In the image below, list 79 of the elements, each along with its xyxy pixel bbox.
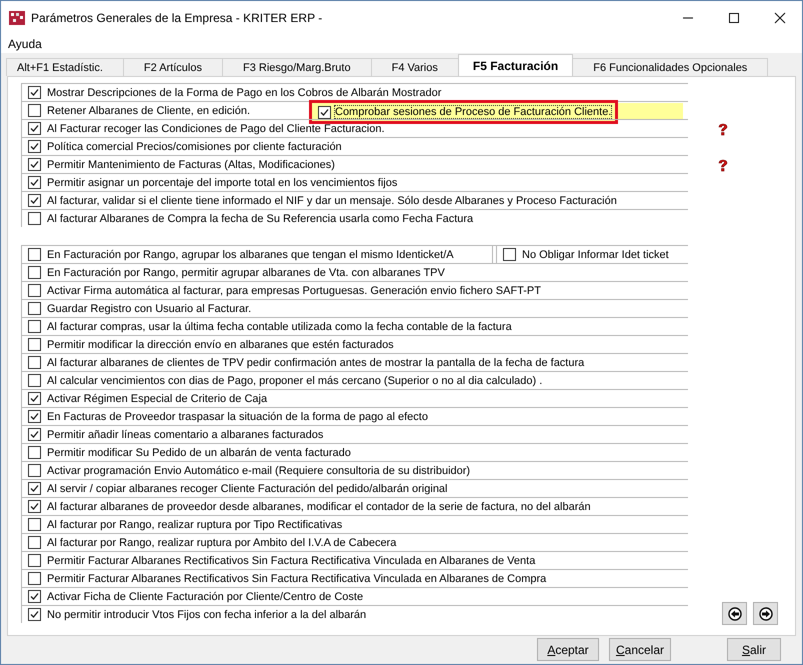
option-label: Al servir / copiar albaranes recoger Cliente Facturación del pedido/albarán original [47, 482, 448, 494]
option-label: Al calcular vencimientos con dias de Pago, proponer el más cercano (Superior o no al dia calculado) . [47, 374, 542, 386]
checkbox[interactable] [28, 356, 41, 369]
checkbox[interactable] [503, 248, 516, 261]
checkbox[interactable] [28, 482, 41, 495]
option-label: Permitir modificar la dirección envío en albaranes que estén facturados [47, 338, 394, 350]
tab[interactable]: F6 Funcionalidades Opcionales [572, 58, 768, 76]
checkbox[interactable] [28, 428, 41, 441]
checkbox[interactable] [28, 284, 41, 297]
checkbox[interactable] [28, 122, 41, 135]
option-label: Activar programación Envio Automático e-mail (Requiere consultoria de su distribuidor) [47, 464, 470, 476]
option-label: Al facturar por Rango, realizar ruptura por Ambito del I.V.A de Cabecera [47, 536, 396, 548]
option-label: Al facturar albaranes de clientes de TPV pedir confirmación antes de mostrar la pantalla de la fecha de factura [47, 356, 584, 368]
checkbox[interactable] [28, 518, 41, 531]
checkbox[interactable] [28, 338, 41, 351]
option-label: Al facturar albaranes de proveedor desde albaranes, modificar el contador de la serie de factura, no del albarán [47, 500, 591, 512]
checkbox[interactable] [28, 212, 41, 225]
option-label: Permitir añadir líneas comentario a albaranes facturados [47, 428, 324, 440]
help-icon[interactable] [716, 158, 730, 172]
tab[interactable]: Alt+F1 Estadístic. [6, 58, 124, 76]
option-label: Al facturar compras, usar la última fecha contable utilizada como la fecha contable de la factura [47, 320, 512, 332]
highlighted-option[interactable]: Comprobar sesiones de Proceso de Facturación Cliente. [309, 100, 618, 124]
option-label: No Obligar Informar Idet ticket [522, 248, 669, 260]
checkbox[interactable] [28, 590, 41, 603]
checkbox[interactable] [28, 194, 41, 207]
option-label: Permitir asignar un porcentaje del importe total en los vencimientos fijos [47, 176, 398, 188]
checkbox[interactable] [28, 608, 41, 621]
option-label: Comprobar sesiones de Proceso de Facturación Cliente. [335, 106, 612, 118]
checkbox[interactable] [28, 266, 41, 279]
option-label: Permitir Facturar Albaranes Rectificativos Sin Factura Rectificativa Vinculada en Albaranes de Compra [47, 572, 546, 584]
close-icon[interactable] [774, 12, 786, 24]
checkbox[interactable] [28, 86, 41, 99]
checkbox[interactable] [28, 140, 41, 153]
option-label: Al Facturar recoger las Condiciones de Pago del Cliente Facturacion. [47, 122, 385, 134]
dialog-button[interactable]: Salir [727, 638, 781, 661]
checkbox[interactable] [28, 572, 41, 585]
option-label: En Facturación por Rango, permitir agrupar albaranes de Vta. con albaranes TPV [47, 266, 445, 278]
option-label: Permitir Facturar Albaranes Rectificativos Sin Factura Rectificativa Vinculada en Albaranes de Venta [47, 554, 536, 566]
option-label: En Facturación por Rango, agrupar los albaranes que tengan el mismo Identicket/A [47, 248, 454, 260]
menu-item[interactable]: Ayuda [8, 37, 42, 51]
option-label: No permitir introducir Vtos Fijos con fecha inferior a la del albarán [47, 608, 366, 620]
checkbox[interactable] [318, 106, 331, 118]
option-label: Retener Albaranes de Cliente, en edición. [47, 104, 250, 116]
dialog-button[interactable]: Aceptar [537, 638, 599, 661]
option-label: Política comercial Precios/comisiones por cliente facturación [47, 140, 342, 152]
checkbox[interactable] [28, 104, 41, 117]
app-logo-icon [9, 11, 25, 25]
option-label: Guardar Registro con Usuario al Facturar. [47, 302, 252, 314]
previous-button[interactable] [722, 602, 747, 625]
checkbox[interactable] [28, 176, 41, 189]
option-label: Mostrar Descripciones de la Forma de Pago en los Cobros de Albarán Mostrador [47, 86, 442, 98]
help-icon[interactable] [716, 122, 730, 136]
option-label: Al facturar Albaranes de Compra la fecha de Su Referencia usarla como Fecha Factura [47, 212, 474, 224]
option-label: Activar Régimen Especial de Criterio de Caja [47, 392, 268, 404]
checkbox[interactable] [28, 302, 41, 315]
window-title: Parámetros Generales de la Empresa - KRITER ERP - [31, 11, 322, 25]
tab[interactable]: F5 Facturación [458, 54, 574, 76]
checkbox[interactable] [28, 248, 41, 261]
dialog-button[interactable]: Cancelar [609, 638, 671, 661]
checkbox[interactable] [28, 536, 41, 549]
option-label: Activar Firma automática al facturar, para empresas Portuguesas. Generación envio fichero SAFT-PT [47, 284, 541, 296]
checkbox[interactable] [28, 464, 41, 477]
checkbox[interactable] [28, 158, 41, 171]
checkbox[interactable] [28, 554, 41, 567]
option-label: Activar Ficha de Cliente Facturación por Cliente/Centro de Coste [47, 590, 364, 602]
option-label: Al facturar por Rango, realizar ruptura por Tipo Rectificativas [47, 518, 342, 530]
checkbox[interactable] [28, 392, 41, 405]
checkbox[interactable] [28, 374, 41, 387]
checkbox[interactable] [28, 500, 41, 513]
option-label: Permitir modificar Su Pedido de un albarán de venta facturado [47, 446, 351, 458]
option-label: Al facturar, validar si el cliente tiene informado el NIF y dar un mensaje. Sólo desde Albaranes y Proceso Facturación [47, 194, 617, 206]
option-label: Permitir Mantenimiento de Facturas (Altas, Modificaciones) [47, 158, 335, 170]
checkbox[interactable] [28, 410, 41, 423]
option-label: En Facturas de Proveedor traspasar la situación de la forma de pago al efecto [47, 410, 428, 422]
checkbox[interactable] [28, 320, 41, 333]
checkbox[interactable] [28, 446, 41, 459]
maximize-icon[interactable] [728, 12, 740, 24]
next-button[interactable] [753, 602, 778, 625]
tab[interactable]: F3 Riesgo/Marg.Bruto [222, 58, 372, 76]
